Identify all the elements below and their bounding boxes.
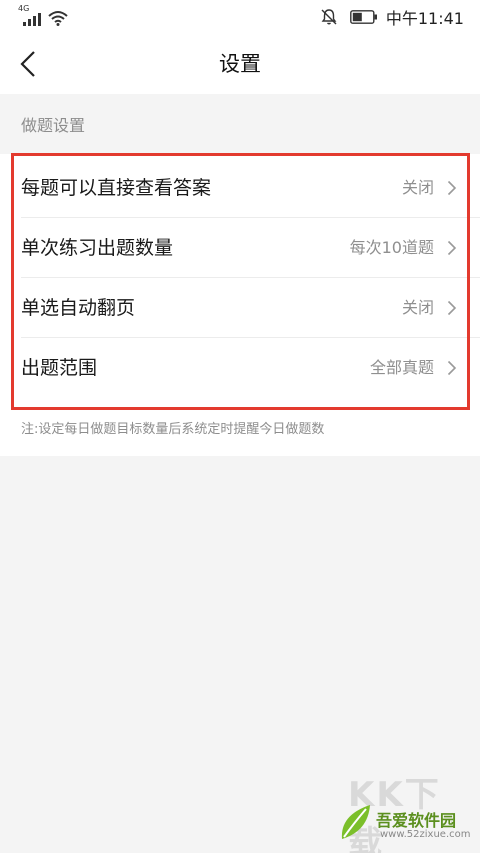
bell-muted-icon [321, 9, 337, 25]
setting-row-view-answer[interactable]: 每题可以直接查看答案 关闭 [0, 158, 480, 218]
leaf-logo-icon [341, 805, 370, 839]
signal-icon [23, 12, 45, 26]
setting-label: 单选自动翻页 [21, 297, 136, 319]
wifi-icon [48, 11, 68, 26]
setting-label: 每题可以直接查看答案 [21, 177, 212, 199]
setting-row-auto-page[interactable]: 单选自动翻页 关闭 [0, 278, 480, 338]
setting-value: 每次10道题 [349, 238, 434, 257]
note-area: 注:设定每日做题目标数量后系统定时提醒今日做题数 [0, 410, 480, 456]
page-title: 设置 [219, 52, 261, 76]
status-time: 中午11:41 [385, 9, 464, 28]
chevron-right-icon [447, 180, 457, 196]
status-right: 中午11:41 [320, 6, 464, 28]
status-bar: 4G 中午11:41 [0, 0, 480, 34]
section-header: 做题设置 [0, 94, 480, 154]
setting-label: 单次练习出题数量 [21, 237, 174, 259]
settings-list: 每题可以直接查看答案 关闭 单次练习出题数量 每次10道题 单选自动翻页 关闭 … [0, 154, 480, 410]
chevron-right-icon [447, 360, 457, 376]
chevron-right-icon [447, 300, 457, 316]
setting-label: 出题范围 [21, 357, 98, 379]
watermark: KK下载 吾爱软件园 www.52zixue.com [332, 767, 472, 853]
screen: 4G 中午11:41 设置 做题设置 每题可以直接查看答案 关闭 单次练习出题数… [0, 0, 480, 853]
nav-bar: 设置 [0, 34, 480, 94]
setting-row-question-count[interactable]: 单次练习出题数量 每次10道题 [0, 218, 480, 278]
note-text: 注:设定每日做题目标数量后系统定时提醒今日做题数 [21, 422, 325, 437]
setting-value: 关闭 [401, 298, 434, 317]
watermark-url: www.52zixue.com [380, 829, 471, 840]
setting-value: 全部真题 [369, 358, 434, 377]
setting-value: 关闭 [401, 178, 434, 197]
watermark-site-name: 吾爱软件园 [376, 811, 457, 830]
battery-icon [349, 10, 377, 24]
setting-row-question-range[interactable]: 出题范围 全部真题 [0, 338, 480, 398]
chevron-right-icon [447, 240, 457, 256]
